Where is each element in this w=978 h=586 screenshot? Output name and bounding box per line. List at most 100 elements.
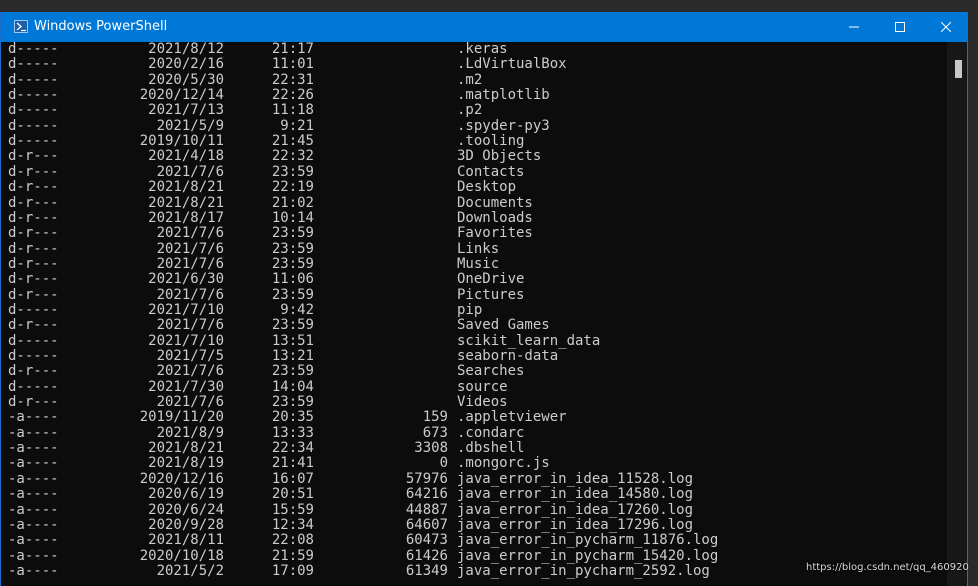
close-icon <box>941 22 951 32</box>
date-cell: 2021/7/10 <box>148 301 224 318</box>
mode-cell: -a---- <box>8 501 59 518</box>
mode-cell: -a---- <box>8 547 59 564</box>
name-cell: Links <box>457 240 500 257</box>
minimize-button[interactable] <box>831 12 877 42</box>
time-cell: 22:31 <box>271 71 314 88</box>
time-cell: 11:18 <box>271 102 314 119</box>
date-cell: 2020/9/28 <box>148 516 224 533</box>
length-cell: 61349 <box>405 562 448 579</box>
close-button[interactable] <box>923 12 969 42</box>
mode-cell: d----- <box>8 42 59 57</box>
time-cell: 21:02 <box>271 194 314 211</box>
time-cell: 9:21 <box>280 117 314 134</box>
name-cell: Downloads <box>457 209 533 226</box>
date-cell: 2020/12/16 <box>139 470 224 487</box>
date-cell: 2020/10/18 <box>139 547 224 564</box>
date-cell: 2021/8/17 <box>148 209 224 226</box>
date-cell: 2021/7/5 <box>156 348 224 364</box>
time-cell: 22:08 <box>271 532 314 549</box>
mode-cell: d-r--- <box>8 286 59 303</box>
name-cell: java_error_in_idea_17260.log <box>457 501 694 518</box>
length-cell: 44887 <box>405 501 448 518</box>
name-cell: seaborn-data <box>457 348 559 364</box>
date-cell: 2021/5/9 <box>156 117 224 134</box>
time-cell: 21:45 <box>271 133 314 150</box>
time-cell: 13:21 <box>271 348 314 364</box>
date-cell: 2020/5/30 <box>148 71 224 88</box>
time-cell: 23:59 <box>271 363 314 380</box>
date-cell: 2020/6/24 <box>148 501 224 518</box>
name-cell: source <box>457 378 508 395</box>
date-cell: 2021/7/30 <box>148 378 224 395</box>
name-cell: .matplotlib <box>457 87 550 104</box>
date-cell: 2021/4/18 <box>148 148 224 165</box>
time-cell: 22:34 <box>271 440 314 457</box>
mode-cell: d----- <box>8 133 59 150</box>
mode-cell: -a---- <box>8 516 59 533</box>
maximize-button[interactable] <box>877 12 923 42</box>
scrollbar-thumb[interactable] <box>955 60 962 78</box>
mode-cell: d-r--- <box>8 209 59 226</box>
mode-cell: -a---- <box>8 562 59 579</box>
date-cell: 2021/8/21 <box>148 179 224 196</box>
time-cell: 11:01 <box>271 56 314 73</box>
mode-cell: d----- <box>8 332 59 349</box>
mode-cell: -a---- <box>8 440 59 457</box>
time-cell: 13:33 <box>271 424 314 441</box>
time-cell: 13:51 <box>271 332 314 349</box>
time-cell: 10:14 <box>271 209 314 226</box>
time-cell: 16:07 <box>271 470 314 487</box>
date-cell: 2020/2/16 <box>148 56 224 73</box>
mode-cell: -a---- <box>8 455 59 472</box>
mode-cell: d-r--- <box>8 394 59 411</box>
time-cell: 23:59 <box>271 394 314 411</box>
mode-cell: d----- <box>8 71 59 88</box>
mode-cell: d----- <box>8 56 59 73</box>
time-cell: 23:59 <box>271 317 314 334</box>
time-cell: 21:41 <box>271 455 314 472</box>
date-cell: 2021/6/30 <box>148 271 224 288</box>
mode-cell: d----- <box>8 117 59 134</box>
date-cell: 2021/7/6 <box>156 163 224 180</box>
mode-cell: -a---- <box>8 409 59 426</box>
length-cell: 159 <box>422 409 448 426</box>
time-cell: 14:04 <box>271 378 314 395</box>
length-cell: 673 <box>422 424 448 441</box>
mode-cell: d-r--- <box>8 148 59 165</box>
name-cell: Music <box>457 255 500 272</box>
name-cell: Saved Games <box>457 317 550 334</box>
name-cell: .dbshell <box>457 440 525 457</box>
time-cell: 23:59 <box>271 240 314 257</box>
date-cell: 2021/8/9 <box>156 424 224 441</box>
time-cell: 23:59 <box>271 286 314 303</box>
mode-cell: d-r--- <box>8 179 59 196</box>
mode-cell: d-r--- <box>8 317 59 334</box>
title-bar[interactable]: Windows PowerShell <box>1 12 967 42</box>
name-cell: .condarc <box>457 424 525 441</box>
mode-cell: d-r--- <box>8 225 59 242</box>
name-cell: 3D Objects <box>457 148 542 165</box>
powershell-icon <box>14 20 28 33</box>
name-cell: Videos <box>457 394 508 411</box>
time-cell: 21:17 <box>271 42 314 57</box>
date-cell: 2021/7/6 <box>156 363 224 380</box>
time-cell: 9:42 <box>280 301 314 318</box>
name-cell: java_error_in_idea_14580.log <box>457 486 694 503</box>
date-cell: 2021/5/2 <box>156 562 224 579</box>
date-cell: 2021/8/21 <box>148 194 224 211</box>
powershell-window: Windows PowerShell d----- 2021/8/12 21:17.… <box>0 12 968 586</box>
console-output[interactable]: d----- 2021/8/12 21:17 .keras d----- 2020/2/1… <box>1 42 947 586</box>
name-cell: .spyder-py3 <box>457 117 550 134</box>
minimize-icon <box>849 26 859 28</box>
name-cell: Documents <box>457 194 533 211</box>
name-cell: Contacts <box>457 163 525 180</box>
date-cell: 2021/8/12 <box>148 42 224 57</box>
time-cell: 21:59 <box>271 547 314 564</box>
name-cell: .p2 <box>457 102 483 119</box>
window-title: Windows PowerShell <box>34 19 168 34</box>
date-cell: 2021/8/21 <box>148 440 224 457</box>
vertical-scrollbar[interactable] <box>947 42 967 586</box>
mode-cell: d----- <box>8 87 59 104</box>
time-cell: 20:35 <box>271 409 314 426</box>
date-cell: 2020/12/14 <box>139 87 224 104</box>
